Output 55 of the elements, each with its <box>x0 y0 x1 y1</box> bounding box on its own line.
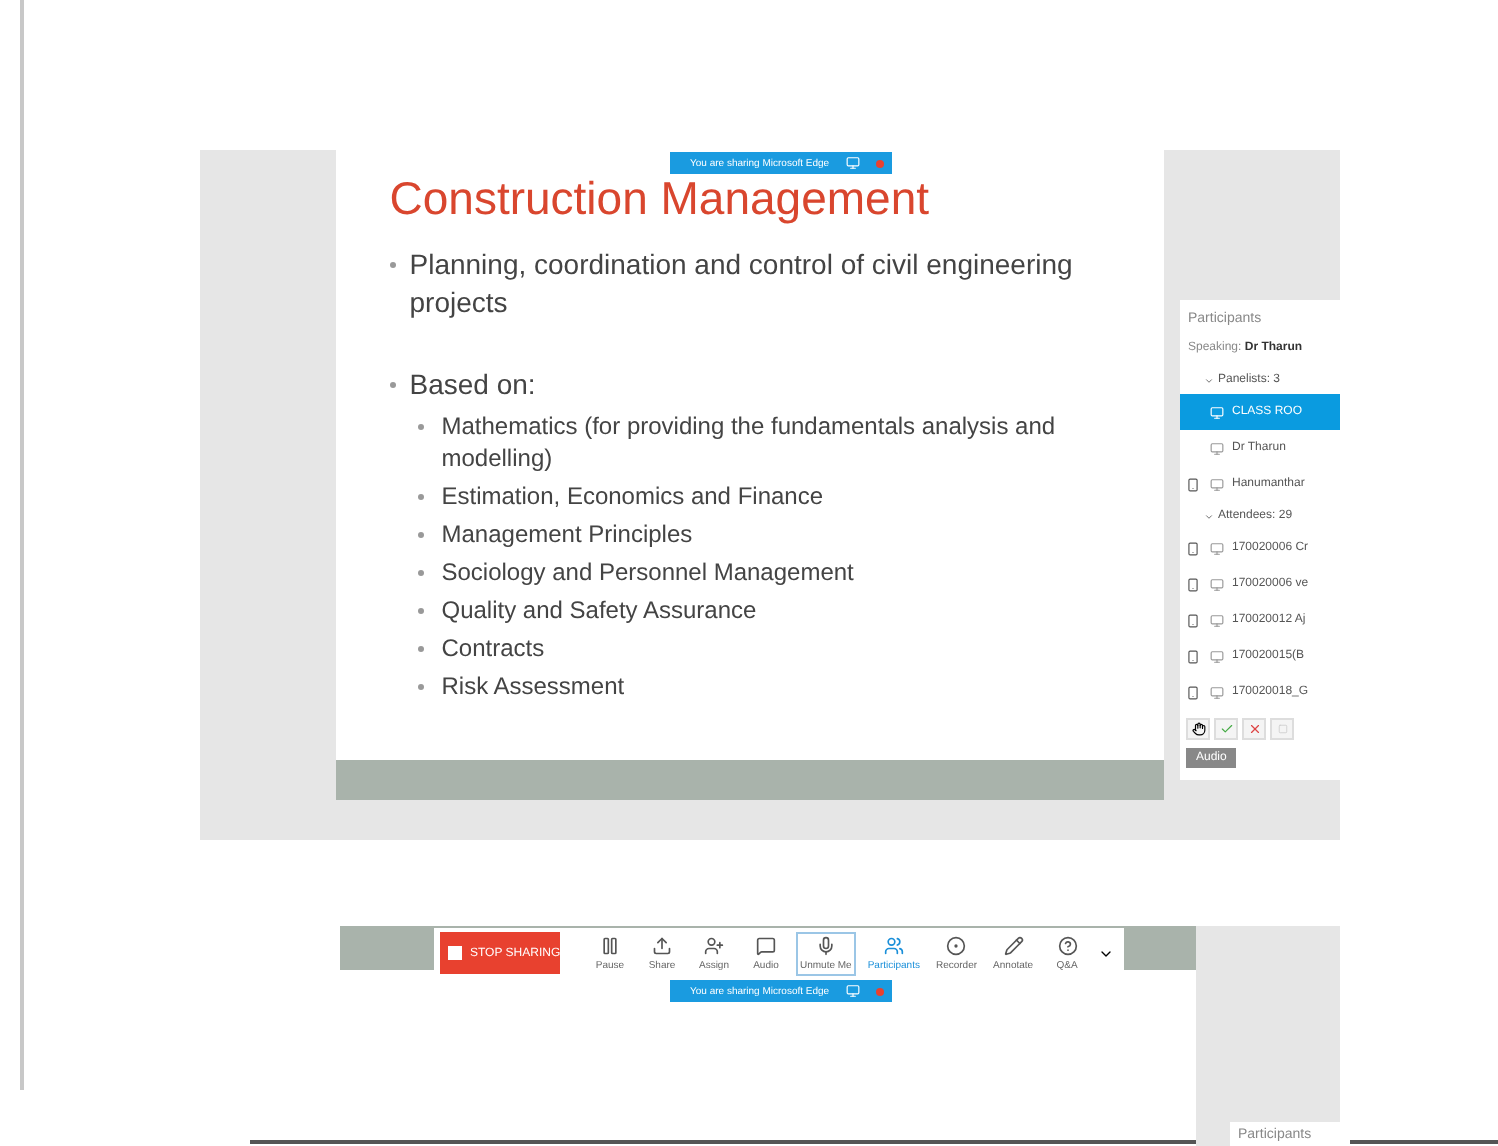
toolbar-icon <box>883 935 904 955</box>
bullet-text: Planning, coordination and control of civil engineering projects <box>409 248 1073 318</box>
sub-bullet-text: Sociology and Personnel Management <box>441 558 854 586</box>
slide-title: Construction Management <box>389 174 932 222</box>
toolbar-icon <box>1057 935 1078 955</box>
close-button[interactable] <box>1242 718 1266 740</box>
monitor-icon <box>845 156 860 170</box>
raise-hand-button[interactable] <box>1186 718 1210 740</box>
monitor-icon <box>1210 649 1224 663</box>
sub-bullet-text: Mathematics (for providing the fundamentals analysis and modelling) <box>441 412 1056 472</box>
bullet-icon <box>417 570 424 576</box>
phone-icon <box>1186 613 1200 627</box>
sub-bullet-text: Contracts <box>441 634 545 662</box>
stop-dot-icon <box>875 159 884 167</box>
toolbar-icon <box>946 935 967 955</box>
monitor-icon <box>1210 477 1224 491</box>
bullet-icon <box>389 382 396 388</box>
phone-icon <box>1186 685 1200 699</box>
sub-bullet-text: Estimation, Economics and Finance <box>441 482 824 510</box>
toolbar-icon <box>652 935 672 955</box>
stop-dot-icon <box>875 987 884 995</box>
sub-bullet-text: Quality and Safety Assurance <box>441 596 757 624</box>
sub-bullet-text: Risk Assessment <box>441 672 625 700</box>
hand-icon <box>1191 722 1205 736</box>
sub-bullet-text: Management Principles <box>441 520 693 548</box>
bullet-icon <box>389 262 396 268</box>
phone-icon <box>1186 649 1200 663</box>
toolbar-icon <box>704 935 724 955</box>
monitor-icon <box>1210 441 1224 455</box>
bullet-icon <box>417 646 424 652</box>
monitor-icon <box>1210 541 1224 555</box>
check-icon <box>1219 722 1233 736</box>
close-icon <box>1247 722 1261 736</box>
bullet-icon <box>417 608 424 614</box>
monitor-icon <box>1210 577 1224 591</box>
toolbar-icon <box>756 935 776 955</box>
monitor-icon <box>845 984 860 998</box>
bullet-icon <box>417 494 424 500</box>
monitor-icon <box>1210 685 1224 699</box>
bullet-icon <box>417 684 424 690</box>
toolbar-icon <box>815 935 836 955</box>
monitor-icon <box>1210 405 1224 419</box>
check-button[interactable] <box>1214 718 1238 740</box>
square-icon <box>1277 724 1287 734</box>
bullet-icon <box>417 424 424 430</box>
phone-icon <box>1186 577 1200 591</box>
chevron-icon <box>1204 375 1214 385</box>
chevron-icon <box>1204 511 1214 521</box>
phone-icon <box>1186 541 1200 555</box>
phone-icon <box>1186 477 1200 491</box>
monitor-icon <box>1210 613 1224 627</box>
bullet-text: Based on: <box>409 368 536 400</box>
bullet-icon <box>417 532 424 538</box>
toolbar-icon <box>1003 935 1024 955</box>
toolbar-icon <box>600 935 620 955</box>
